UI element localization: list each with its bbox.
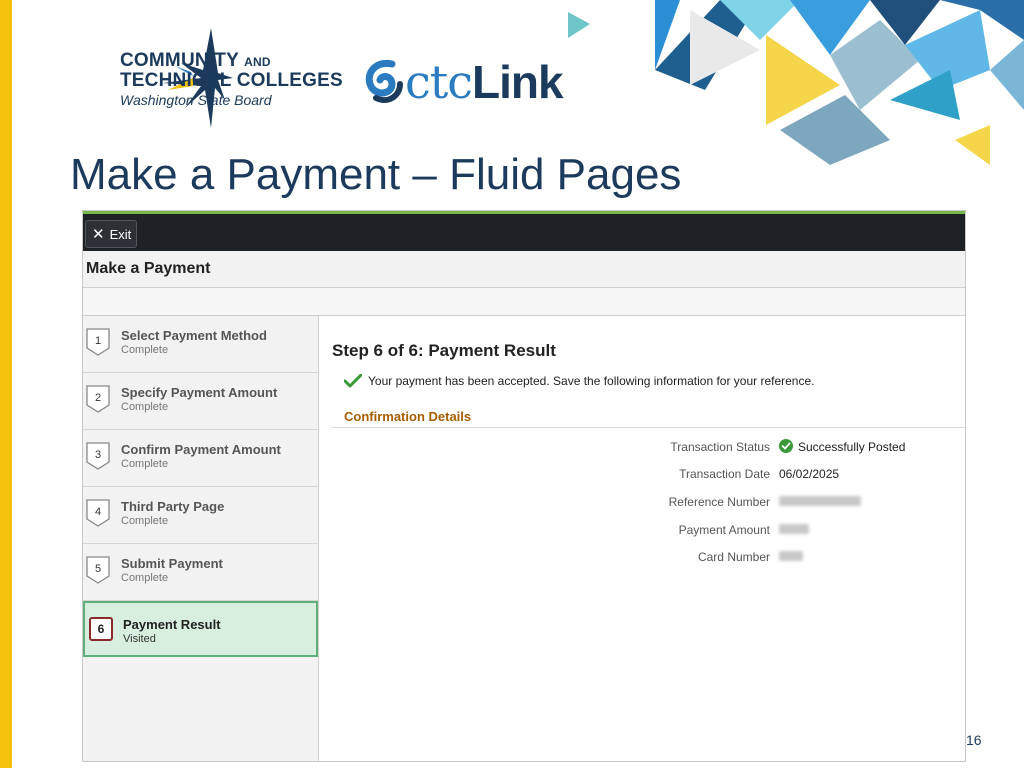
checkmark-icon (344, 374, 362, 388)
card-number-value (779, 551, 803, 561)
app-screenshot-frame: ✕ Exit Make a Payment 1 Select Payment M… (82, 210, 966, 762)
success-message: Your payment has been accepted. Save the… (344, 374, 815, 388)
step-item-1[interactable]: 1 Select Payment Method Complete (83, 316, 318, 373)
exit-label: Exit (109, 226, 132, 242)
main-content: Step 6 of 6: Payment Result Your payment… (319, 316, 965, 761)
status-text: Successfully Posted (798, 440, 906, 454)
step-status: Complete (121, 344, 169, 356)
success-message-text: Your payment has been accepted. Save the… (368, 374, 815, 388)
step-1-badge: 1 (86, 328, 110, 356)
page-number: 16 (966, 732, 982, 748)
step-item-3[interactable]: 3 Confirm Payment Amount Complete (83, 430, 318, 487)
header-subbar (83, 288, 965, 316)
step-3-badge: 3 (86, 442, 110, 470)
org-name-line-1: COMMUNITY AND (120, 50, 271, 71)
redacted-value (779, 496, 861, 506)
success-check-circle-icon (779, 438, 793, 453)
step-item-5[interactable]: 5 Submit Payment Complete (83, 544, 318, 601)
svg-text:1: 1 (95, 335, 101, 347)
step-2-badge: 2 (86, 385, 110, 413)
step-status: Complete (121, 401, 169, 413)
exit-button[interactable]: ✕ Exit (85, 220, 137, 248)
redacted-value (779, 524, 809, 534)
ctclink-swirl-icon (365, 59, 403, 104)
svg-text:2: 2 (95, 392, 101, 404)
card-number-label: Card Number (697, 550, 770, 564)
page-title: Make a Payment (86, 260, 211, 277)
top-banner: ✕ Exit (83, 211, 965, 251)
payment-amount-label: Payment Amount (678, 523, 770, 537)
close-icon: ✕ (92, 225, 105, 243)
decorative-triangles (568, 0, 1024, 165)
step-item-6[interactable]: 6 Payment Result Visited (83, 601, 318, 657)
step-item-4[interactable]: 4 Third Party Page Complete (83, 487, 318, 544)
step-status: Visited (123, 633, 156, 645)
step-6-badge: 6 (89, 617, 113, 641)
step-label: Confirm Payment Amount (121, 442, 281, 457)
svg-text:4: 4 (95, 506, 101, 518)
redacted-value (779, 551, 803, 561)
svg-text:3: 3 (95, 449, 101, 461)
step-status: Complete (121, 572, 169, 584)
step-label: Specify Payment Amount (121, 385, 278, 400)
step-status: Complete (121, 458, 169, 470)
slide-title: Make a Payment – Fluid Pages (70, 150, 682, 199)
page-header: Make a Payment (83, 251, 965, 288)
step-label: Select Payment Method (121, 328, 267, 343)
confirmation-details-title: Confirmation Details (344, 409, 472, 424)
step-sidebar: 1 Select Payment Method Complete 2 Speci… (83, 316, 319, 761)
transaction-status-value: Successfully Posted (779, 437, 905, 454)
left-accent-bar (0, 0, 12, 768)
org-name-line-3: Washington State Board (120, 92, 272, 108)
step-4-badge: 4 (86, 499, 110, 527)
step-status: Complete (121, 515, 169, 527)
reference-number-label: Reference Number (668, 495, 770, 509)
ctclink-logo-text: ctcLink (405, 55, 564, 109)
transaction-status-label: Transaction Status (670, 440, 770, 454)
reference-number-value (779, 496, 861, 506)
step-label: Submit Payment (121, 556, 223, 571)
step-item-2[interactable]: 2 Specify Payment Amount Complete (83, 373, 318, 430)
svg-text:5: 5 (95, 563, 101, 575)
payment-amount-value (779, 524, 809, 534)
org-name-line-2: TECHNICAL COLLEGES (120, 70, 343, 91)
step-heading: Step 6 of 6: Payment Result (332, 341, 556, 360)
transaction-date-value: 06/02/2025 (779, 467, 840, 481)
step-5-badge: 5 (86, 556, 110, 584)
transaction-date-label: Transaction Date (679, 467, 770, 481)
step-label: Third Party Page (121, 499, 225, 514)
section-divider (332, 427, 965, 428)
step-label: Payment Result (123, 617, 221, 632)
